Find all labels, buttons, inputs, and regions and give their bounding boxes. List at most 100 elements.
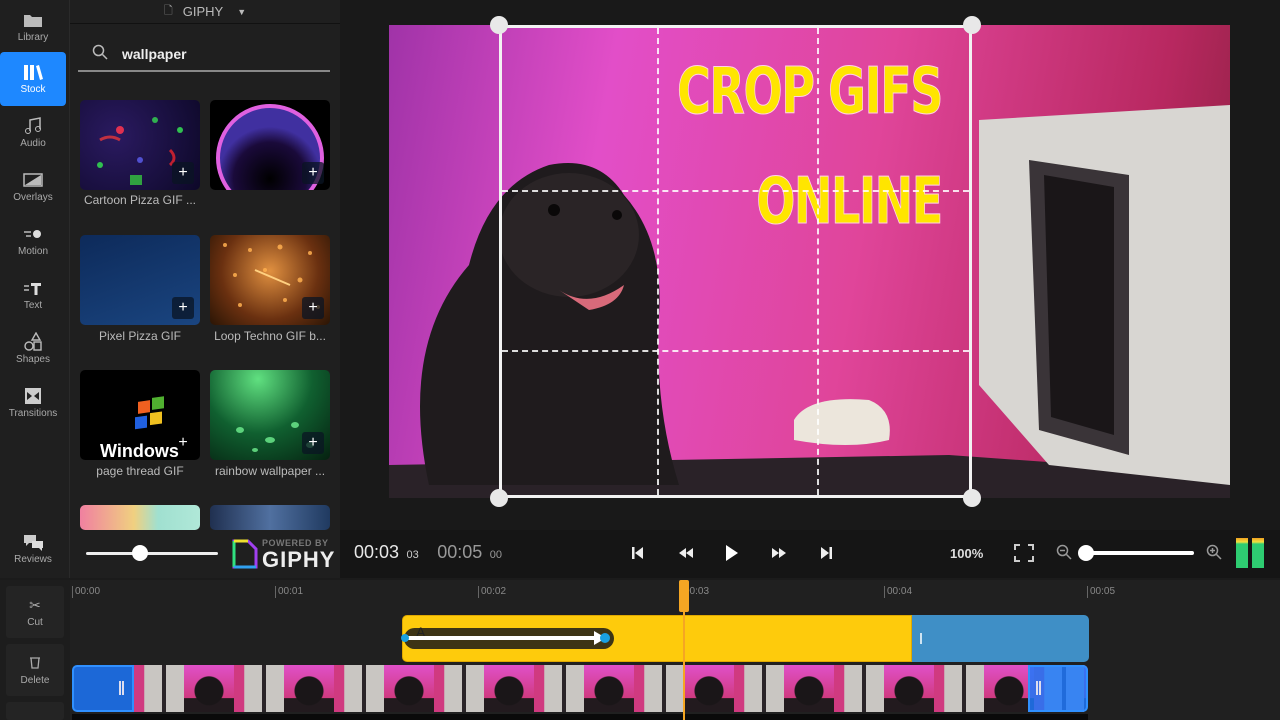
trim-handle[interactable] [920,633,922,644]
crop-handle-bottom-left[interactable] [490,489,508,507]
search-bar [78,38,330,72]
delete-button[interactable]: Delete [6,644,64,696]
filmstrip-frame [934,665,984,712]
sidebar-item-transitions[interactable]: Transitions [0,376,66,430]
filmstrip-frame [284,665,334,712]
audio-track [72,714,1088,720]
filmstrip-frame [234,665,284,712]
overlay-clip-extension[interactable] [912,615,1089,662]
zoom-level: 100% [950,546,984,561]
add-icon[interactable]: + [302,162,324,184]
timeline-ruler: 00:00 00:01 00:02 00:03 00:04 00:05 [70,580,1280,604]
gif-thumb-7[interactable] [80,505,200,530]
zoom-in-icon[interactable] [1206,544,1222,565]
gif-thumb-4[interactable]: + [210,235,330,325]
zoom-slider[interactable] [1078,545,1194,561]
zoom-out-icon[interactable] [1056,544,1072,565]
overlay-icon [23,171,43,189]
skip-start-button[interactable] [632,546,644,565]
filmstrip-frame [434,665,484,712]
add-icon[interactable]: + [172,432,194,454]
video-track[interactable] [72,665,1088,712]
filmstrip-frame [884,665,934,712]
crop-grid-line [817,28,819,495]
gif-thumb-2[interactable]: + [210,100,330,190]
total-time: 00:05 [437,542,483,562]
more-tools-button[interactable] [6,702,64,720]
add-icon[interactable]: + [302,432,324,454]
gif-title: Cartoon Pizza GIF ... [83,193,197,207]
sidebar-item-motion[interactable]: Motion [0,214,66,268]
filmstrip-frame [334,665,384,712]
fullscreen-button[interactable] [1014,544,1034,567]
preview-stage: CROP GIFS ONLINE [340,0,1280,530]
play-button[interactable] [725,544,739,567]
timeline: 00:00 00:01 00:02 00:03 00:04 00:05 A [70,580,1280,720]
filmstrip-frame [184,665,234,712]
playhead-handle[interactable] [679,580,689,612]
path-start-point[interactable] [401,634,409,642]
gif-thumb-6[interactable]: + [210,370,330,460]
trash-icon [29,655,41,672]
filmstrip-frame [984,665,1034,712]
ruler-tick: 00:02 [478,586,506,598]
filmstrip-frame [834,665,884,712]
crop-box[interactable] [499,25,972,498]
source-selector[interactable]: 🗋 GIPHY ▼ [70,0,340,24]
clip-start-trim[interactable] [72,665,134,712]
svg-text:Windows: Windows [100,441,179,460]
clip-end-trim[interactable] [1028,665,1088,712]
crop-grid-line [502,190,969,192]
sidebar-item-shapes[interactable]: Shapes [0,322,66,376]
current-frame: 03 [406,549,419,561]
level-bar-right [1252,538,1264,568]
gif-thumb-3[interactable]: + [80,235,200,325]
add-icon[interactable]: + [172,162,194,184]
filmstrip-frame [784,665,834,712]
playhead[interactable] [679,580,689,720]
motion-path-clip[interactable]: A [401,624,614,649]
cut-button[interactable]: ✂ Cut [6,586,64,638]
total-frame: 00 [489,549,502,561]
gif-thumb-8[interactable] [210,505,330,530]
add-icon[interactable]: + [172,297,194,319]
crop-handle-top-left[interactable] [490,16,508,34]
sidebar-item-audio[interactable]: Audio [0,106,66,160]
crop-handle-top-right[interactable] [963,16,981,34]
sidebar-rail: Library Stock Audio Overlays Motion Text… [0,0,70,578]
thumbnail-size-slider[interactable] [86,545,218,561]
transitions-icon [23,387,43,405]
gif-title: page thread GIF [96,464,184,478]
gif-title: Pixel Pizza GIF [98,329,182,343]
filmstrip-frame [684,665,734,712]
path-end-point[interactable] [600,633,610,643]
giphy-logo-icon [232,539,258,569]
fast-forward-button[interactable] [771,546,787,565]
filmstrip-frame [484,665,534,712]
slider-knob[interactable] [132,545,148,561]
gif-thumb-1[interactable]: + [80,100,200,190]
add-icon[interactable]: + [302,297,324,319]
crop-handle-bottom-right[interactable] [963,489,981,507]
ruler-tick: 00:01 [275,586,303,598]
crop-grid-line [502,350,969,352]
motion-icon [23,225,43,243]
ruler-tick: 00:00 [72,586,100,598]
sidebar-item-overlays[interactable]: Overlays [0,160,66,214]
sidebar-item-stock[interactable]: Stock [0,52,66,106]
gif-thumb-5[interactable]: Windows + [80,370,200,460]
ruler-tick: 00:05 [1087,586,1115,598]
music-note-icon [23,117,43,135]
sidebar-item-library[interactable]: Library [0,0,66,54]
filmstrip-frame [384,665,434,712]
search-input[interactable] [122,46,322,62]
sidebar-item-text[interactable]: Text [0,268,66,322]
sidebar-item-reviews[interactable]: Reviews [0,520,66,578]
audio-level-meter [1236,538,1266,570]
skip-end-button[interactable] [820,546,832,565]
text-icon [23,279,43,297]
zoom-slider-knob[interactable] [1078,545,1094,561]
caret-down-icon: ▼ [237,6,247,17]
level-bar-left [1236,538,1248,568]
rewind-button[interactable] [678,546,694,565]
